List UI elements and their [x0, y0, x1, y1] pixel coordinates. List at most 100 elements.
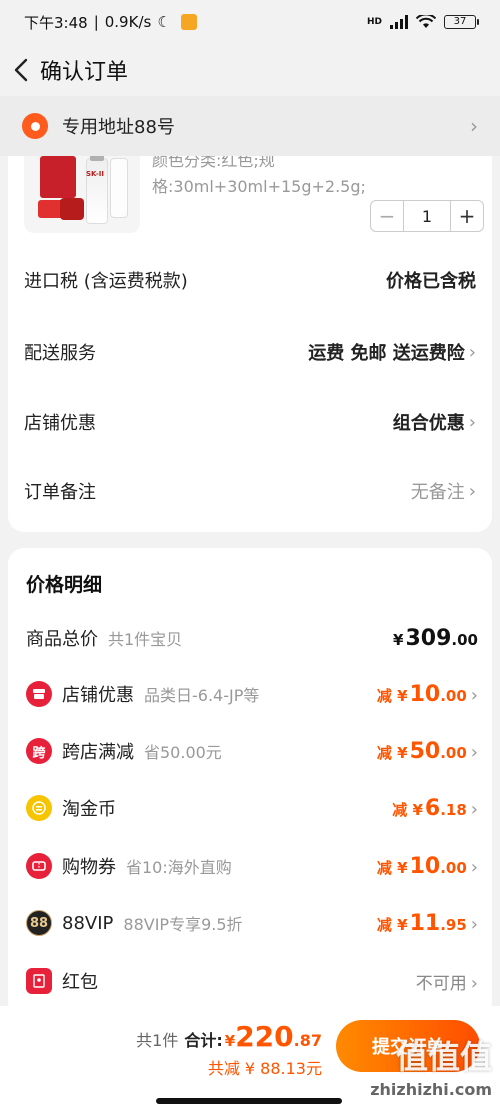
footer-total-line: 共1件 合计: ¥ 220 .87 — [136, 1020, 322, 1053]
currency-prefix: ¥ — [393, 630, 404, 649]
shop-discount-row[interactable]: 店铺优惠 组合优惠 › — [24, 402, 476, 442]
chevron-right-icon: › — [470, 913, 478, 935]
amount-decimal: .95 — [440, 915, 467, 934]
shop-coupon-sub: 品类日-6.4-JP等 — [144, 686, 260, 705]
red-packet-row[interactable]: 红包 不可用 › — [26, 961, 478, 1001]
status-bar: 下午3:48 | 0.9K/s ☾ HD 37 — [0, 0, 500, 44]
decrease-quantity-button[interactable]: − — [371, 201, 403, 231]
product-jar-shape — [60, 198, 84, 220]
vip88-value: 减 ¥ 11 .95 › — [377, 911, 478, 936]
order-note-value: 无备注 › — [411, 478, 476, 504]
footer-total-amount: 220 — [235, 1020, 294, 1053]
amount-decimal: .18 — [440, 800, 467, 819]
watermark-logo: 值值值 — [395, 1038, 492, 1076]
cross-shop-discount-row[interactable]: 跨 跨店满减 省50.00元 减 ¥ 50 .00 › — [26, 731, 478, 771]
goods-total-label: 商品总价 — [26, 629, 98, 650]
discount-prefix: 减 ¥ — [376, 686, 408, 705]
red-packet-label: 红包 — [62, 972, 98, 993]
product-bottle-small-shape — [110, 158, 128, 218]
red-packet-status: 不可用 — [415, 973, 467, 994]
cross-shop-sub: 省50.00元 — [144, 743, 222, 762]
increase-quantity-button[interactable]: + — [451, 201, 483, 231]
taojinbi-label: 淘金币 — [62, 799, 116, 820]
amount-decimal: .00 — [451, 630, 478, 649]
battery-icon: 37 — [444, 15, 479, 29]
discount-prefix: 减 ¥ — [376, 743, 408, 762]
page-title: 确认订单 — [40, 60, 129, 85]
shopping-voucher-value: 减 ¥ 10 .00 › — [377, 854, 478, 879]
red-packet-value: 不可用 › — [416, 969, 478, 994]
quantity-value[interactable]: 1 — [403, 201, 451, 231]
chevron-right-icon: › — [470, 856, 478, 878]
chevron-right-icon: › — [470, 114, 478, 138]
shop-coupon-row[interactable]: 店铺优惠 品类日-6.4-JP等 减 ¥ 10 .00 › — [26, 674, 478, 714]
vip88-row[interactable]: 88 88VIP 88VIP专享9.5折 减 ¥ 11 .95 › — [26, 903, 478, 943]
location-pin-icon — [22, 113, 48, 139]
signal-icon — [390, 15, 408, 29]
amount-integer: 50 — [409, 738, 441, 764]
address-bar[interactable]: 专用地址88号 › — [0, 96, 500, 156]
import-tax-value: 价格已含税 — [386, 271, 476, 292]
notification-icon — [180, 14, 197, 30]
status-time: 下午3:48 — [24, 13, 88, 32]
cross-shop-label: 跨店满减 — [62, 742, 134, 763]
moon-icon: ☾ — [157, 13, 171, 31]
quantity-stepper[interactable]: − 1 + — [370, 200, 484, 232]
amount-integer: 309 — [405, 625, 452, 651]
amount-decimal: .00 — [440, 743, 467, 762]
chevron-right-icon: › — [470, 741, 478, 763]
amount-decimal: .00 — [440, 686, 467, 705]
discount-prefix: 减 ¥ — [376, 915, 408, 934]
taojinbi-row[interactable]: 淘金币 减 ¥ 6 .18 › — [26, 788, 478, 828]
footer-total-label: 合计: — [184, 1031, 223, 1050]
shopping-voucher-row[interactable]: 购物券 省10:海外直购 减 ¥ 10 .00 › — [26, 846, 478, 886]
status-left: 下午3:48 | 0.9K/s ☾ — [24, 12, 197, 33]
chevron-right-icon: › — [470, 684, 478, 706]
discount-prefix: 减 ¥ — [392, 800, 423, 819]
price-detail-title: 价格明细 — [26, 574, 103, 596]
status-right: HD 37 — [366, 15, 479, 29]
shopping-voucher-sub: 省10:海外直购 — [126, 858, 232, 877]
product-box-shape — [40, 156, 76, 198]
cross-shop-icon: 跨 — [26, 738, 52, 764]
shop-discount-value: 组合优惠 › — [393, 409, 476, 435]
goods-total-value: ¥ 309 .00 — [393, 626, 478, 651]
order-info-card: SK-II 颜色分类:红色;规格:30ml+30ml+15g+2.5g; − 1… — [8, 120, 492, 532]
address-text: 专用地址88号 — [62, 117, 175, 138]
chevron-right-icon: › — [470, 798, 478, 820]
status-network-speed: 0.9K/s — [104, 13, 152, 31]
hd-signal-label: HD — [366, 17, 382, 27]
shopping-voucher-label: 购物券 — [62, 857, 116, 878]
order-note-row[interactable]: 订单备注 无备注 › — [24, 471, 476, 511]
chevron-right-icon: › — [468, 341, 476, 363]
import-tax-row: 进口税 (含运费税款) 价格已含税 — [24, 260, 476, 300]
import-tax-label: 进口税 (含运费税款) — [24, 271, 188, 292]
delivery-service-row[interactable]: 配送服务 运费 免邮 送运费险 › — [24, 332, 476, 372]
goods-total-sub: 共1件宝贝 — [108, 630, 183, 649]
shop-coupon-value: 减 ¥ 10 .00 › — [377, 682, 478, 707]
coin-icon — [26, 795, 52, 821]
back-arrow-icon[interactable] — [10, 58, 32, 82]
cross-shop-value: 减 ¥ 50 .00 › — [377, 739, 478, 764]
footer-total-info: 共1件 合计: ¥ 220 .87 共减 ¥ 88.13元 — [136, 1020, 322, 1079]
order-note-label: 订单备注 — [24, 482, 96, 503]
shop-icon — [26, 681, 52, 707]
status-divider: | — [93, 13, 99, 31]
amount-integer: 6 — [424, 795, 441, 821]
nav-bar: 确认订单 — [0, 44, 500, 96]
home-indicator[interactable] — [156, 1098, 342, 1104]
price-detail-card: 价格明细 商品总价 共1件宝贝 ¥ 309 .00 店铺优惠 品类日-6.4-J… — [8, 548, 492, 1018]
shop-discount-label: 店铺优惠 — [24, 413, 96, 434]
shop-coupon-label: 店铺优惠 — [62, 685, 134, 706]
watermark-url: zhizhizhi.com — [370, 1080, 492, 1099]
delivery-service-value: 运费 免邮 送运费险 › — [308, 339, 476, 365]
footer-currency: ¥ — [224, 1032, 236, 1050]
chevron-right-icon: › — [468, 480, 476, 502]
vip88-icon: 88 — [26, 910, 52, 936]
vip88-label: 88VIP — [62, 912, 114, 934]
discount-prefix: 减 ¥ — [376, 858, 408, 877]
product-bottle-shape — [86, 153, 108, 224]
goods-total-row: 商品总价 共1件宝贝 ¥ 309 .00 — [26, 618, 478, 658]
shop-discount-text: 组合优惠 — [392, 413, 465, 434]
red-packet-icon — [26, 968, 52, 994]
